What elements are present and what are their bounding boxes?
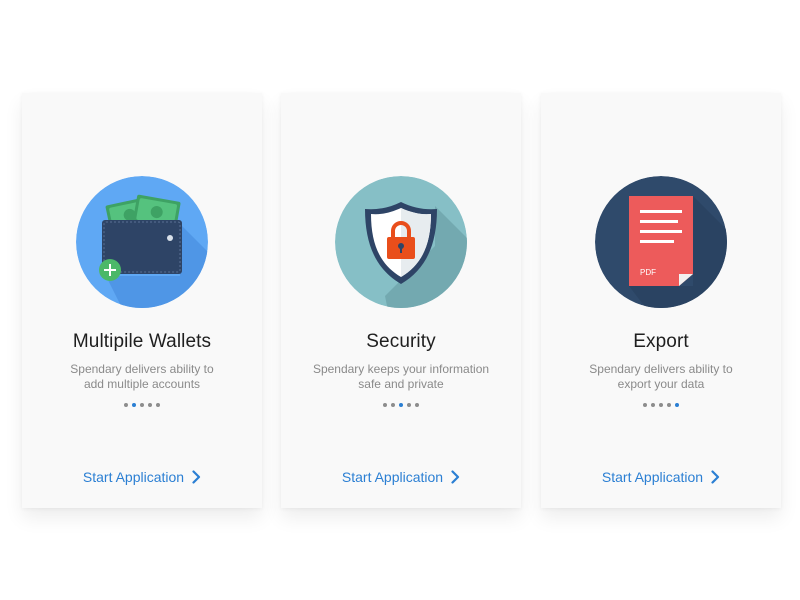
wallet-icon bbox=[76, 176, 208, 308]
card-title: Multipile Wallets bbox=[72, 331, 212, 352]
page-dot[interactable] bbox=[407, 403, 411, 407]
card-description: Spendary keeps your information safe and… bbox=[301, 362, 501, 392]
card-description-line: add multiple accounts bbox=[83, 377, 201, 391]
card-title: Export bbox=[633, 331, 689, 352]
card-description: Spendary delivers ability to add multipl… bbox=[42, 362, 242, 392]
card-description-line: Spendary keeps your information bbox=[312, 362, 490, 376]
page-dot[interactable] bbox=[391, 403, 395, 407]
card-description-line: Spendary delivers ability to bbox=[70, 362, 214, 376]
page-dot[interactable] bbox=[659, 403, 663, 407]
chevron-right-icon bbox=[192, 470, 201, 484]
pdf-label: PDF bbox=[640, 268, 656, 277]
card-description-line: safe and private bbox=[358, 377, 444, 391]
onboarding-card-security: Security Spendary keeps your information… bbox=[281, 93, 521, 508]
page-dot[interactable] bbox=[156, 403, 160, 407]
chevron-right-icon bbox=[451, 470, 460, 484]
start-application-label: Start Application bbox=[601, 469, 704, 485]
pdf-document-icon: PDF bbox=[595, 176, 727, 308]
onboarding-card-wallets: Multipile Wallets Spendary delivers abil… bbox=[22, 93, 262, 508]
start-application-label: Start Application bbox=[341, 469, 444, 485]
start-application-link[interactable]: Start Application bbox=[541, 469, 781, 485]
page-dot[interactable] bbox=[667, 403, 671, 407]
shield-lock-icon bbox=[335, 176, 467, 308]
page-dot[interactable] bbox=[148, 403, 152, 407]
page-dot[interactable] bbox=[651, 403, 655, 407]
start-application-link[interactable]: Start Application bbox=[22, 469, 262, 485]
onboarding-card-export: PDF Export Spendary delivers ability to … bbox=[541, 93, 781, 508]
page-dot-active[interactable] bbox=[132, 403, 136, 407]
page-dot-active[interactable] bbox=[399, 403, 403, 407]
card-title: Security bbox=[366, 331, 436, 352]
page-dot[interactable] bbox=[643, 403, 647, 407]
page-dot[interactable] bbox=[415, 403, 419, 407]
page-dot-active[interactable] bbox=[675, 403, 679, 407]
page-dot[interactable] bbox=[124, 403, 128, 407]
page-indicator bbox=[22, 403, 262, 407]
page-dot[interactable] bbox=[383, 403, 387, 407]
start-application-link[interactable]: Start Application bbox=[281, 469, 521, 485]
page-indicator bbox=[541, 403, 781, 407]
card-description-line: export your data bbox=[617, 377, 705, 391]
card-description: Spendary delivers ability to export your… bbox=[561, 362, 761, 392]
start-application-label: Start Application bbox=[82, 469, 185, 485]
card-description-line: Spendary delivers ability to bbox=[589, 362, 733, 376]
chevron-right-icon bbox=[711, 470, 720, 484]
page-indicator bbox=[281, 403, 521, 407]
page-dot[interactable] bbox=[140, 403, 144, 407]
